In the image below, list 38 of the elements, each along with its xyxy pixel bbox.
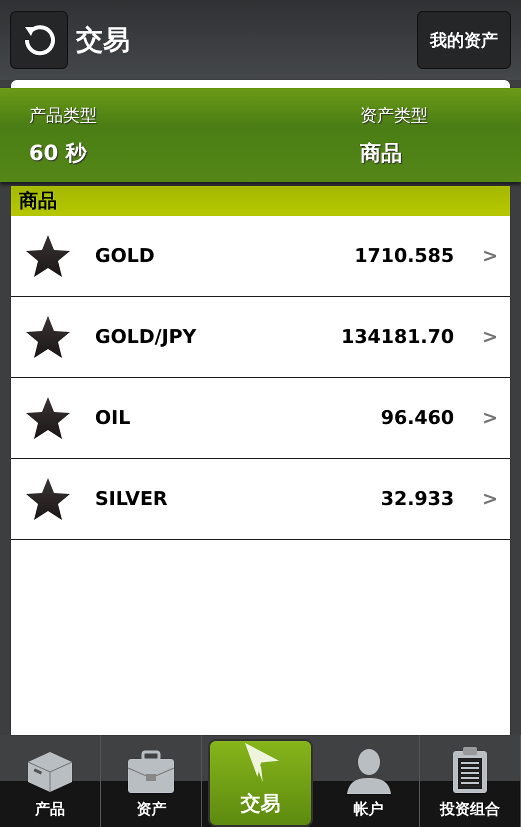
nav-tab[interactable]: 资产 (101, 735, 202, 827)
page-title: 交易 (76, 24, 131, 58)
nav-tab[interactable]: 投资组合 (420, 735, 521, 827)
nav-tab[interactable]: 产品 (0, 735, 102, 827)
info-label: 资产类型 (360, 104, 429, 126)
star-icon[interactable] (25, 477, 71, 521)
product-row[interactable]: SILVER 32.933 > (11, 459, 510, 540)
product-row[interactable]: GOLD/JPY 134181.70 > (11, 297, 510, 378)
info-label: 产品类型 (29, 104, 98, 126)
box-icon (26, 750, 74, 794)
refresh-button[interactable] (10, 11, 68, 69)
star-icon[interactable] (25, 396, 71, 440)
product-row[interactable]: OIL 96.460 > (11, 378, 510, 459)
clipboard-icon (452, 746, 488, 794)
nav-tab[interactable]: 交易 (208, 739, 313, 827)
chevron: > (482, 245, 498, 267)
product-name: GOLD (95, 245, 156, 267)
star-icon[interactable] (25, 234, 71, 278)
chevron: > (482, 488, 498, 510)
chevron: > (482, 326, 498, 348)
product-price: 134181.70 (341, 326, 454, 348)
star-icon[interactable] (25, 315, 71, 359)
product-name: SILVER (95, 488, 169, 510)
product-row[interactable]: GOLD 1710.585 > (11, 216, 510, 297)
briefcase-icon (127, 750, 176, 794)
my-assets-button[interactable]: 我的资产 (417, 11, 511, 69)
chevron: > (482, 407, 498, 429)
product-price: 32.933 (380, 488, 454, 510)
refresh-icon (22, 23, 56, 57)
product-name: GOLD/JPY (95, 326, 198, 348)
product-price: 96.460 (380, 407, 454, 429)
product-name: OIL (95, 407, 132, 429)
nav-tab[interactable]: 帐户 (318, 735, 420, 827)
product-price: 1710.585 (354, 245, 454, 267)
info-value: 商品 (360, 140, 403, 166)
section-header: 商品 (11, 186, 510, 216)
person-icon (344, 748, 393, 794)
info-value: 60 秒 (29, 140, 88, 166)
